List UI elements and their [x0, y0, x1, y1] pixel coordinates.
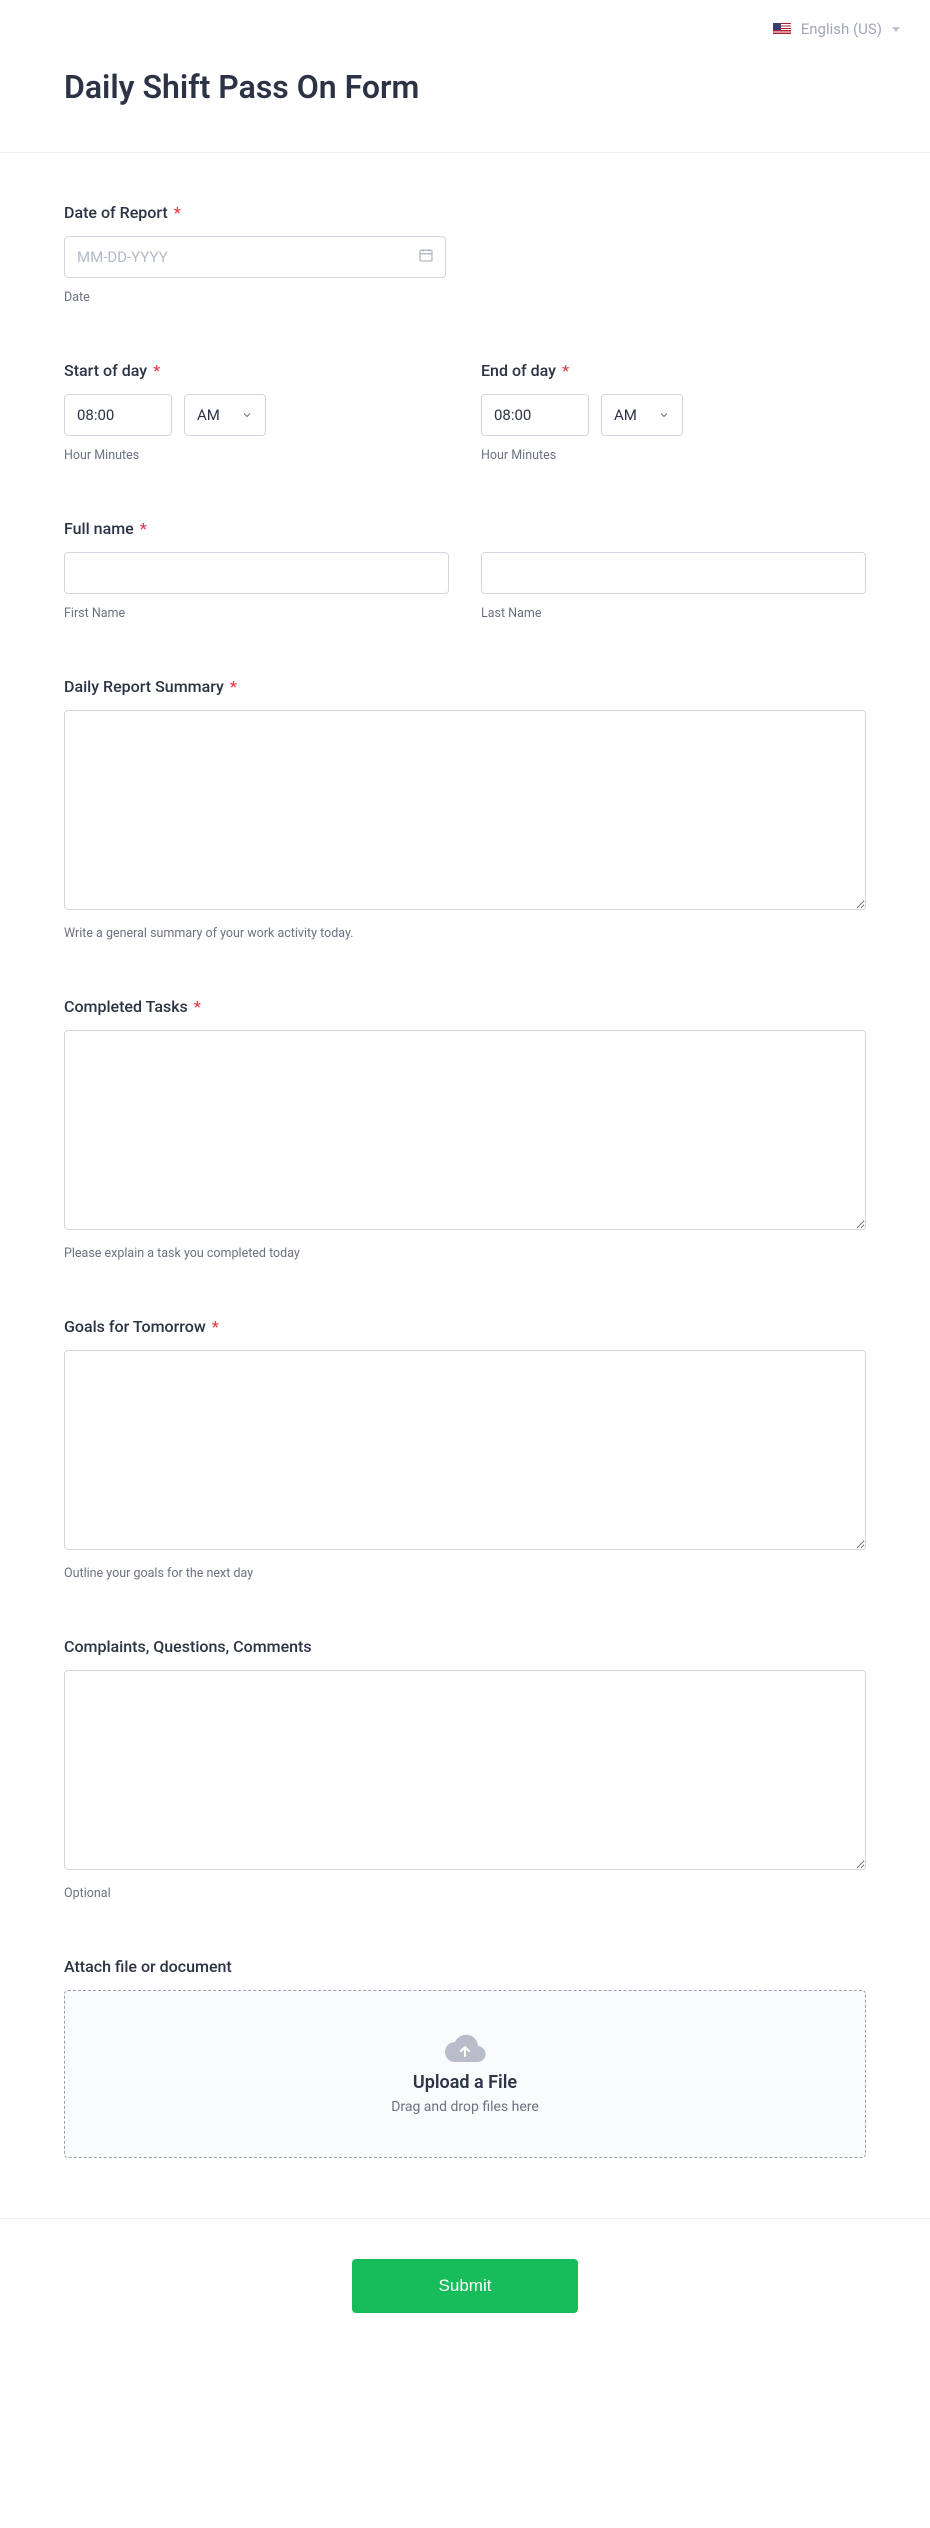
goals-textarea[interactable]	[64, 1350, 866, 1550]
summary-textarea[interactable]	[64, 710, 866, 910]
comments-textarea[interactable]	[64, 1670, 866, 1870]
fullname-label: Full name*	[64, 519, 866, 538]
start-time-input[interactable]	[64, 394, 172, 436]
end-sublabel: Hour Minutes	[481, 448, 866, 463]
comments-label: Complaints, Questions, Comments	[64, 1637, 866, 1656]
date-label: Date of Report*	[64, 203, 866, 222]
completed-label: Completed Tasks*	[64, 997, 866, 1016]
end-meridiem-select[interactable]: AM	[601, 394, 683, 436]
start-meridiem-select[interactable]: AM	[184, 394, 266, 436]
chevron-down-icon	[658, 409, 670, 421]
goals-label: Goals for Tomorrow*	[64, 1317, 866, 1336]
attach-label: Attach file or document	[64, 1957, 866, 1976]
summary-sublabel: Write a general summary of your work act…	[64, 926, 866, 941]
end-time-input[interactable]	[481, 394, 589, 436]
completed-sublabel: Please explain a task you completed toda…	[64, 1246, 866, 1261]
goals-sublabel: Outline your goals for the next day	[64, 1566, 866, 1581]
language-label: English (US)	[801, 20, 882, 38]
upload-title: Upload a File	[413, 2072, 517, 2093]
file-dropzone[interactable]: Upload a File Drag and drop files here	[64, 1990, 866, 2158]
us-flag-icon	[773, 23, 791, 35]
first-name-input[interactable]	[64, 552, 449, 594]
last-name-sublabel: Last Name	[481, 606, 866, 621]
first-name-sublabel: First Name	[64, 606, 449, 621]
calendar-icon	[418, 247, 434, 267]
chevron-down-icon	[892, 27, 900, 32]
date-sublabel: Date	[64, 290, 866, 305]
chevron-down-icon	[241, 409, 253, 421]
language-selector[interactable]: English (US)	[773, 20, 900, 38]
submit-button[interactable]: Submit	[352, 2259, 578, 2313]
cloud-upload-icon	[443, 2034, 487, 2066]
comments-sublabel: Optional	[64, 1886, 866, 1901]
page-title: Daily Shift Pass On Form	[64, 68, 866, 106]
end-label: End of day*	[481, 361, 866, 380]
start-sublabel: Hour Minutes	[64, 448, 449, 463]
completed-textarea[interactable]	[64, 1030, 866, 1230]
date-input[interactable]	[64, 236, 446, 278]
last-name-input[interactable]	[481, 552, 866, 594]
summary-label: Daily Report Summary*	[64, 677, 866, 696]
start-label: Start of day*	[64, 361, 449, 380]
upload-subtitle: Drag and drop files here	[391, 2099, 539, 2115]
